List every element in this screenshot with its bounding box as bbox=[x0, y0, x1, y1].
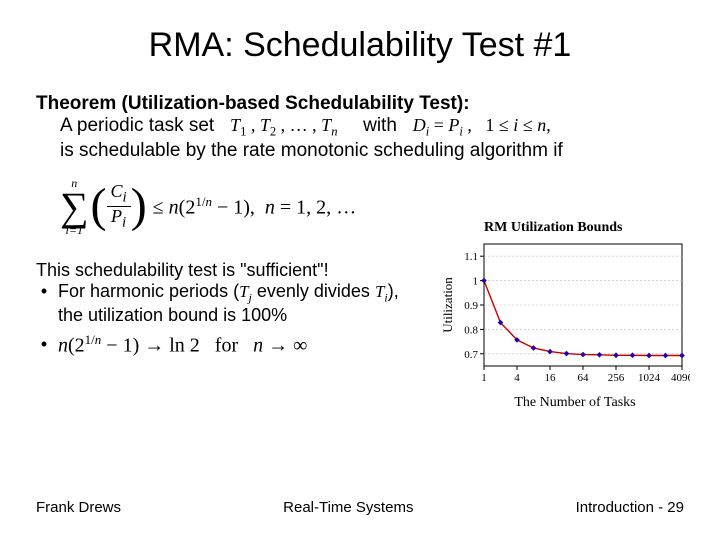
limit-math: n(21/n − 1) → ln 2 for n → ∞ bbox=[58, 332, 307, 358]
svg-text:1024: 1024 bbox=[638, 372, 661, 384]
formula-tail: ≤ n(21/n − 1), n = 1, 2, … bbox=[153, 194, 357, 220]
svg-text:4096: 4096 bbox=[671, 372, 690, 384]
bullet-dot-icon: • bbox=[36, 334, 52, 355]
frac-den: Pi bbox=[107, 207, 130, 231]
slide-title: RMA: Schedulability Test #1 bbox=[36, 26, 684, 65]
summation-symbol: n ∑ i=1 bbox=[60, 176, 89, 238]
footer-left: Frank Drews bbox=[36, 499, 121, 516]
svg-text:1: 1 bbox=[473, 276, 479, 288]
svg-text:0.7: 0.7 bbox=[464, 349, 478, 361]
task-set-math: T1 , T2 , … , Tn bbox=[230, 115, 342, 135]
slide-footer: Frank Drews Real-Time Systems Introducti… bbox=[36, 499, 684, 516]
theorem-heading: Theorem (Utilization-based Schedulabilit… bbox=[36, 93, 684, 115]
footer-right: Introduction - 29 bbox=[576, 499, 684, 516]
svg-text:16: 16 bbox=[545, 372, 557, 384]
svg-text:1: 1 bbox=[481, 372, 487, 384]
svg-text:64: 64 bbox=[578, 372, 590, 384]
svg-text:Utilization: Utilization bbox=[440, 277, 455, 333]
chart-title: RM Utilization Bounds bbox=[484, 220, 690, 236]
ti-math: Ti bbox=[375, 282, 388, 301]
rm-utilization-chart: RM Utilization Bounds 0.7 0.8 0.9 1 1.1 1 4 16 6… bbox=[440, 220, 690, 411]
svg-text:0.8: 0.8 bbox=[464, 324, 478, 336]
theorem-l1-prefix: A periodic task set bbox=[60, 115, 214, 136]
svg-text:4: 4 bbox=[514, 372, 520, 384]
theorem-line-2: is schedulable by the rate monotonic sch… bbox=[60, 140, 684, 162]
bullet-dot-icon: • bbox=[36, 281, 52, 302]
chart-svg: 0.7 0.8 0.9 1 1.1 1 4 16 64 256 1024 4096 Utilizatio… bbox=[440, 238, 690, 388]
svg-text:256: 256 bbox=[608, 372, 625, 384]
theorem-with: with bbox=[363, 115, 397, 136]
constraint-math: Di = Pi , 1 ≤ i ≤ n, bbox=[413, 115, 551, 135]
paren-frac: ( Ci Pi ) bbox=[91, 182, 147, 232]
harmonic-a: For harmonic periods ( bbox=[58, 281, 239, 301]
svg-text:0.9: 0.9 bbox=[464, 300, 478, 312]
chart-xlabel: The Number of Tasks bbox=[460, 395, 690, 411]
harmonic-c: ), bbox=[388, 281, 399, 301]
sum-lower: i=1 bbox=[66, 223, 83, 238]
footer-center: Real-Time Systems bbox=[283, 499, 413, 516]
tj-math: Tj bbox=[239, 282, 252, 301]
ci-over-pi: Ci Pi bbox=[107, 182, 131, 232]
harmonic-b: evenly divides bbox=[252, 281, 375, 301]
theorem-line-1: A periodic task set T1 , T2 , … , Tn wit… bbox=[60, 115, 684, 140]
frac-num: Ci bbox=[107, 182, 131, 206]
svg-text:1.1: 1.1 bbox=[464, 251, 478, 263]
harmonic-d: the utilization bound is 100% bbox=[58, 305, 287, 325]
